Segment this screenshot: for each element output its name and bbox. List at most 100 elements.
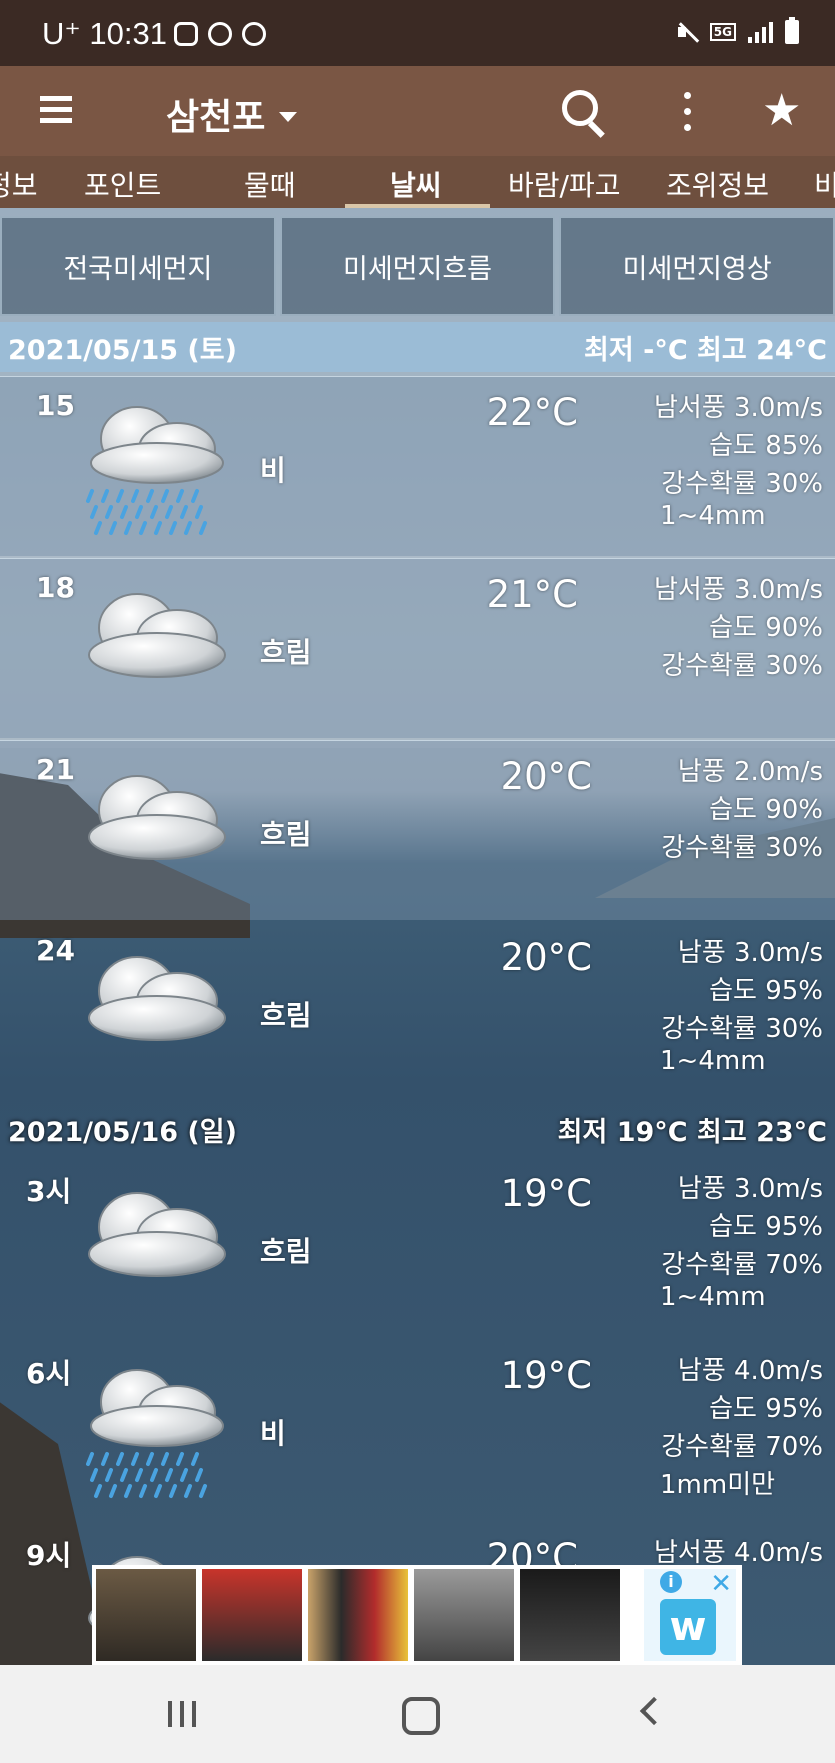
chevron-down-icon [279,112,298,122]
forecast-rain-prob: 강수확률 30% [661,469,823,499]
fine-dust-buttons: 전국미세먼지 미세먼지흐름 미세먼지영상 [0,216,835,316]
forecast-humidity: 습도 90% [709,795,823,825]
system-icons: 5G [676,17,799,44]
forecast-hour: 6시 [26,1357,72,1390]
tab-bar: 정보 포인트 물때 날씨 바람/파고 조위정보 비 [0,156,835,208]
date-label: 2021/05/15 (토) [8,334,237,366]
tab-wind-wave[interactable]: 바람/파고 [508,164,620,204]
forecast-row: 6시 비 19°C 남풍 4.0m/s 습도 95% 강수확률 70% 1mm미만 [0,1340,835,1520]
mute-icon [676,21,698,43]
temp-range: 최저 -°C 최고 24°C [584,334,827,366]
forecast-temp: 21°C [486,573,578,616]
forecast-condition: 흐림 [260,818,312,851]
tab-tide[interactable]: 물때 [244,164,296,204]
forecast-condition: 비 [260,454,286,487]
forecast-condition: 흐림 [260,1235,312,1268]
forecast-temp: 22°C [486,391,578,434]
back-icon[interactable] [639,1696,669,1726]
forecast-wind: 남풍 3.0m/s [677,1174,823,1204]
forecast-wind: 남풍 3.0m/s [677,938,823,968]
forecast-humidity: 습도 95% [709,1394,823,1424]
dust-video-button[interactable]: 미세먼지영상 [559,216,835,316]
forecast-humidity: 습도 95% [709,1212,823,1242]
forecast-wind: 남풍 2.0m/s [677,757,823,787]
forecast-row: 15 비 22°C 남서풍 3.0m/s 습도 85% 강수확률 30% 1~4mm [0,376,835,556]
forecast-hour: 18 [36,571,75,604]
status-time: U⁺ 10:31 [42,16,167,51]
band-icon [208,22,232,46]
ad-logo[interactable]: i ✕ w [644,1569,736,1661]
tab-tide-level[interactable]: 조위정보 [666,164,769,204]
menu-icon[interactable] [40,96,72,124]
forecast-wind: 남서풍 3.0m/s [653,393,823,423]
more-options-icon[interactable] [682,92,692,132]
search-icon[interactable] [562,90,606,138]
status-bar: U⁺ 10:31 5G [0,0,835,66]
star-icon[interactable]: ★ [762,86,801,136]
forecast-row: 18 흐림 21°C 남서풍 3.0m/s 습도 90% 강수확률 30% [0,558,835,738]
tab-info[interactable]: 정보 [0,164,38,204]
date-header-2: 2021/05/16 (일) 최저 19°C 최고 23°C [0,1104,835,1154]
forecast-condition: 비 [260,1417,286,1450]
forecast-hour: 9시 [26,1539,72,1572]
forecast-temp: 20°C [500,755,592,798]
notification-icons [174,22,266,46]
recent-apps-icon[interactable] [168,1701,200,1727]
forecast-humidity: 습도 95% [709,976,823,1006]
ad-close-icon[interactable]: ✕ [710,1569,732,1599]
app-bar: 삼천포 ★ [0,66,835,156]
date-label: 2021/05/16 (일) [8,1116,237,1148]
national-dust-button[interactable]: 전국미세먼지 [0,216,276,316]
location-name: 삼천포 [166,97,266,138]
cloudy-icon [82,765,232,905]
forecast-wind: 남풍 4.0m/s [677,1356,823,1386]
cloudy-icon [82,583,232,723]
forecast-wind: 남서풍 4.0m/s [653,1538,823,1568]
ad-product-image[interactable] [96,1569,196,1661]
forecast-rain-prob: 강수확률 70% [661,1432,823,1462]
band-icon-2 [242,22,266,46]
ad-product-image[interactable] [308,1569,408,1661]
forecast-row: 24 흐림 20°C 남풍 3.0m/s 습도 95% 강수확률 30% 1~4mm [0,922,835,1102]
forecast-wind: 남서풍 3.0m/s [653,575,823,605]
forecast-hour: 15 [36,389,75,422]
forecast-rain-prob: 강수확률 30% [661,651,823,681]
location-selector[interactable]: 삼천포 [166,88,298,140]
forecast-rain-amount: 1~4mm [660,501,766,531]
ad-product-image[interactable] [202,1569,302,1661]
rain-cloud-icon [82,401,232,541]
tab-weather[interactable]: 날씨 [390,164,442,204]
ad-product-image[interactable] [520,1569,620,1661]
forecast-rain-prob: 강수확률 70% [661,1250,823,1280]
signal-icon [748,21,773,43]
cloudy-icon [82,946,232,1086]
wish-logo-icon: w [660,1599,716,1655]
ad-product-image[interactable] [414,1569,514,1661]
forecast-row: 21 흐림 20°C 남풍 2.0m/s 습도 90% 강수확률 30% [0,740,835,920]
forecast-rain-amount: 1~4mm [660,1046,766,1076]
tab-point[interactable]: 포인트 [84,164,161,204]
forecast-rain-prob: 강수확률 30% [661,1014,823,1044]
cloudy-icon [82,1182,232,1322]
forecast-hour: 24 [36,934,75,967]
instagram-icon [174,22,198,46]
tab-rain[interactable]: 비 [814,164,835,204]
forecast-temp: 19°C [500,1172,592,1215]
ad-info-icon[interactable]: i [660,1571,682,1593]
temp-range: 최저 19°C 최고 23°C [557,1116,827,1148]
forecast-rain-prob: 강수확률 30% [661,833,823,863]
ad-banner[interactable]: i ✕ w [92,1565,742,1665]
dust-flow-button[interactable]: 미세먼지흐름 [279,216,556,316]
forecast-row: 3시 흐림 19°C 남풍 3.0m/s 습도 95% 강수확률 70% 1~4mm [0,1158,835,1338]
forecast-rain-amount: 1mm미만 [660,1470,776,1500]
forecast-condition: 흐림 [260,999,312,1032]
network-5g-icon: 5G [709,23,736,41]
forecast-rain-amount: 1~4mm [660,1282,766,1312]
forecast-hour: 21 [36,753,75,786]
forecast-temp: 20°C [500,936,592,979]
navigation-bar [0,1665,835,1763]
forecast-condition: 흐림 [260,636,312,669]
home-icon[interactable] [402,1697,440,1735]
battery-icon [785,17,799,44]
rain-cloud-icon [82,1364,232,1504]
